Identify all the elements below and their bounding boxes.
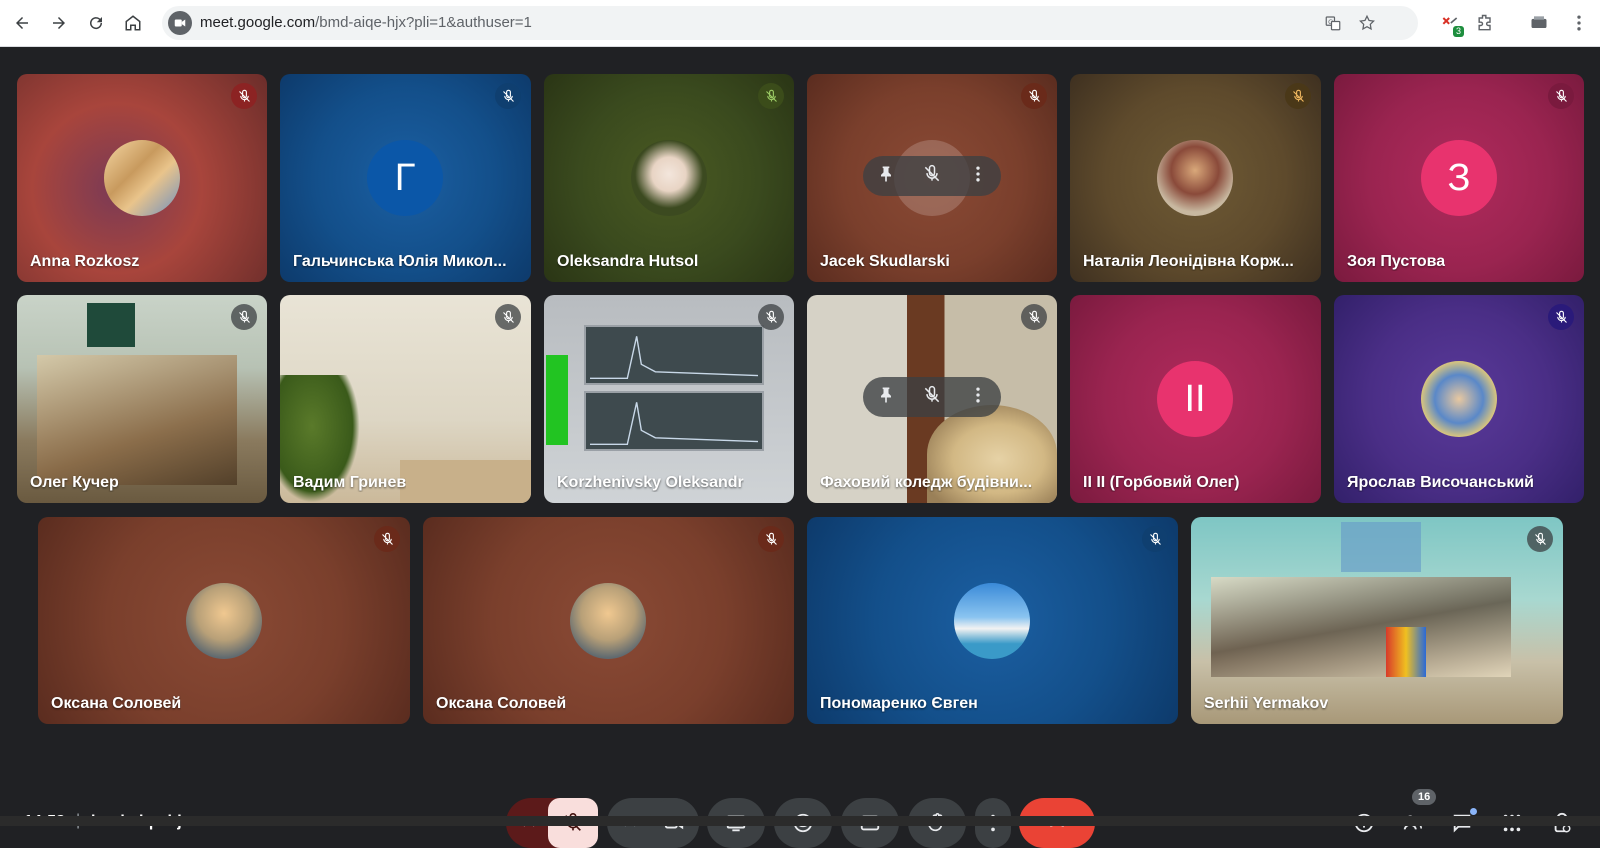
browser-menu-icon[interactable]: [1565, 9, 1593, 37]
avatar: [631, 140, 707, 216]
more-options-icon[interactable]: [968, 164, 988, 189]
avatar-initial: З: [1447, 156, 1471, 199]
participant-tile[interactable]: Oleksandra Hutsol: [544, 74, 794, 282]
participant-tile[interactable]: Korzhenivsky Oleksandr: [544, 295, 794, 503]
mic-off-icon: [495, 304, 521, 330]
participant-name: Фаховий коледж будівни...: [820, 474, 1033, 491]
avatar: [570, 583, 646, 659]
chalkboard: [87, 303, 135, 347]
participant-name: Гальчинська Юлія Микол...: [293, 253, 507, 270]
mic-off-icon: [495, 83, 521, 109]
chat-unread-dot: [1470, 808, 1477, 815]
participant-name: Оксана Соловей: [436, 695, 567, 712]
mute-participant-icon[interactable]: [922, 385, 942, 410]
avatar: [1157, 140, 1233, 216]
pin-icon[interactable]: [876, 164, 896, 189]
participant-name: Оксана Соловей: [51, 695, 182, 712]
participant-name: Вадим Гринев: [293, 474, 407, 491]
mic-off-icon: [1285, 83, 1311, 109]
os-taskbar: [0, 816, 1600, 826]
participant-name: Пономаренко Євген: [820, 695, 978, 712]
shelf-video: [400, 460, 531, 503]
avatar: [954, 583, 1030, 659]
avatar: II: [1157, 361, 1233, 437]
participant-tile[interactable]: Олег Кучер: [17, 295, 267, 503]
avatar: [104, 140, 180, 216]
graph-video-top: [584, 325, 764, 385]
graph-video-bottom: [584, 391, 764, 451]
mic-off-icon: [1548, 83, 1574, 109]
avatar: [186, 583, 262, 659]
back-icon[interactable]: [7, 8, 37, 38]
participant-name: Jacek Skudlarski: [820, 253, 950, 270]
mic-off-icon: [1142, 526, 1168, 552]
avatar: З: [1421, 140, 1497, 216]
classroom-video: [37, 355, 237, 485]
participant-tile[interactable]: II II II (Горбовий Олег): [1070, 295, 1321, 503]
browser-toolbar: meet.google.com/bmd-aiqe-hjx?pli=1&authu…: [0, 0, 1600, 47]
avatar-initial: Г: [394, 156, 416, 199]
mic-off-icon: [231, 83, 257, 109]
participant-tile[interactable]: Jacek Skudlarski: [807, 74, 1057, 282]
participant-name: Korzhenivsky Oleksandr: [557, 474, 744, 491]
participant-tile[interactable]: Ярослав Височанський: [1334, 295, 1584, 503]
forward-icon[interactable]: [44, 8, 74, 38]
extensions-puzzle-icon[interactable]: [1471, 9, 1499, 37]
participant-tile[interactable]: З Зоя Пустова: [1334, 74, 1584, 282]
participant-tile[interactable]: Пономаренко Євген: [807, 517, 1178, 724]
profile-icon[interactable]: [1525, 9, 1553, 37]
mic-off-icon: [231, 304, 257, 330]
participant-tile[interactable]: Г Гальчинська Юлія Микол...: [280, 74, 531, 282]
participant-tile[interactable]: Фаховий коледж будівни...: [807, 295, 1057, 503]
participant-tile[interactable]: Оксана Соловей: [38, 517, 410, 724]
participant-name: Ярослав Височанський: [1347, 474, 1535, 491]
mic-off-icon: [1527, 526, 1553, 552]
site-info-icon[interactable]: [168, 11, 192, 35]
translate-icon[interactable]: G: [1322, 12, 1344, 34]
flags-video: [1386, 627, 1426, 677]
address-bar[interactable]: meet.google.com/bmd-aiqe-hjx?pli=1&authu…: [162, 6, 1418, 40]
mic-off-icon: [1021, 83, 1047, 109]
participant-name: Anna Rozkosz: [30, 253, 140, 270]
avatar: [1421, 361, 1497, 437]
participant-name: Serhii Yermakov: [1204, 695, 1329, 712]
home-icon[interactable]: [118, 8, 148, 38]
bookmark-star-icon[interactable]: [1356, 12, 1378, 34]
participant-tile[interactable]: Serhii Yermakov: [1191, 517, 1563, 724]
reload-icon[interactable]: [81, 8, 111, 38]
mute-participant-icon[interactable]: [922, 164, 942, 189]
participant-count-badge: 16: [1412, 789, 1437, 805]
avatar: Г: [367, 140, 443, 216]
mic-off-icon: [374, 526, 400, 552]
extension-alert-icon[interactable]: 3: [1436, 9, 1464, 37]
avatar-initial: II: [1184, 377, 1206, 420]
meeting-stage: Anna Rozkosz Г Гальчинська Юлія Микол...…: [0, 48, 1600, 848]
mic-off-icon: [1548, 304, 1574, 330]
extension-badge: 3: [1452, 26, 1464, 37]
tile-hover-controls: [863, 156, 1001, 196]
mic-off-icon: [758, 526, 784, 552]
participant-tile[interactable]: Наталія Леонідівна Корж...: [1070, 74, 1321, 282]
classroom-video: [1211, 577, 1511, 677]
participant-tile[interactable]: Оксана Соловей: [423, 517, 794, 724]
participant-tile[interactable]: Anna Rozkosz: [17, 74, 267, 282]
pin-icon[interactable]: [876, 385, 896, 410]
tile-hover-controls: [863, 377, 1001, 417]
more-options-icon[interactable]: [968, 385, 988, 410]
participant-name: Наталія Леонідівна Корж...: [1083, 253, 1294, 270]
map-video: [1341, 522, 1421, 572]
participant-name: II II (Горбовий Олег): [1083, 474, 1240, 491]
screen-video: [546, 355, 568, 445]
url-text: meet.google.com/bmd-aiqe-hjx?pli=1&authu…: [200, 14, 532, 31]
participant-tile[interactable]: Вадим Гринев: [280, 295, 531, 503]
participant-name: Oleksandra Hutsol: [557, 253, 699, 270]
mic-off-icon: [758, 83, 784, 109]
participant-name: Олег Кучер: [30, 474, 119, 491]
mic-off-icon: [758, 304, 784, 330]
participant-name: Зоя Пустова: [1347, 253, 1446, 270]
mic-off-icon: [1021, 304, 1047, 330]
